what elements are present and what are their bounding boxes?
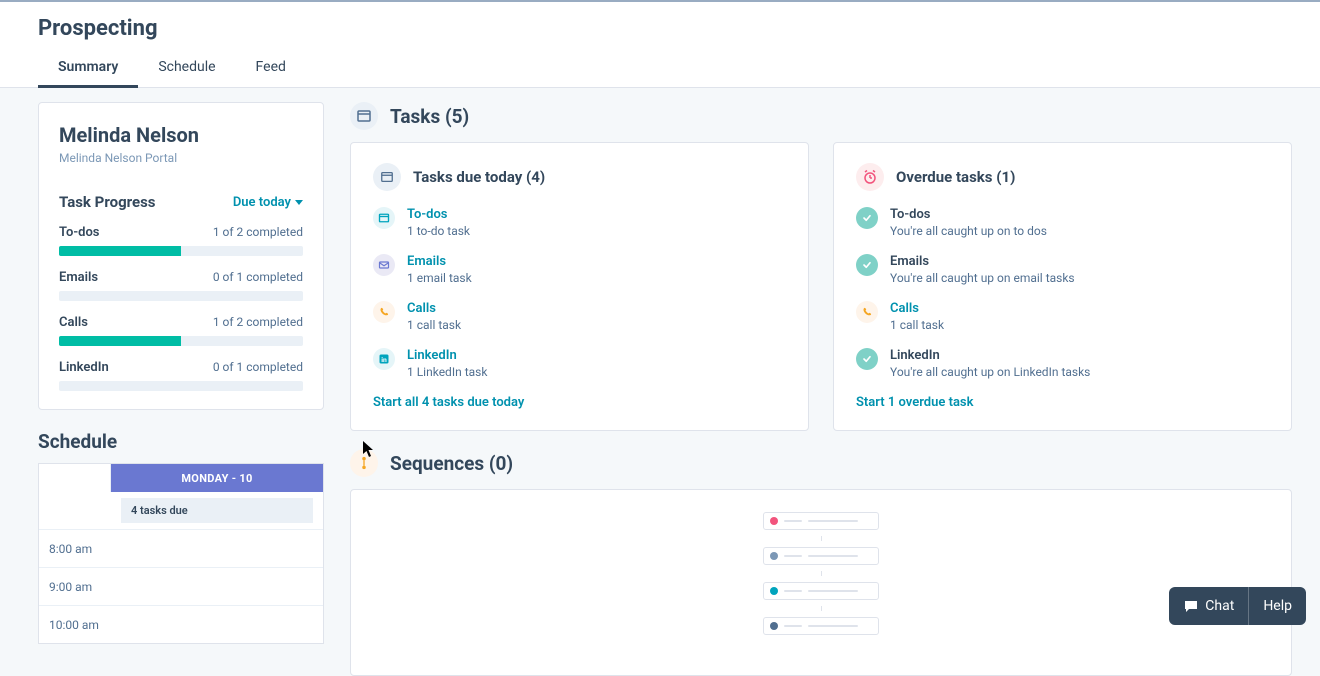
chat-button[interactable]: Chat — [1169, 587, 1249, 625]
task-item-sub: You're all caught up on LinkedIn tasks — [890, 365, 1090, 379]
schedule-gutter — [39, 464, 111, 492]
task-item-sub: You're all caught up on email tasks — [890, 271, 1075, 285]
sequences-illustration — [763, 512, 879, 635]
task-item-sub: 1 to-do task — [407, 224, 470, 238]
task-item-sub: 1 email task — [407, 271, 472, 285]
progress-status: 1 of 2 completed — [213, 315, 303, 330]
tasks-due-today-title: Tasks due today (4) — [413, 168, 545, 186]
progress-label: Emails — [59, 270, 98, 285]
phone-icon — [856, 301, 878, 323]
schedule-time: 9:00 am — [39, 568, 111, 605]
progress-row-calls: Calls 1 of 2 completed — [59, 315, 303, 346]
progress-fill — [59, 336, 181, 346]
task-item-sub: 1 call task — [890, 318, 944, 332]
overdue-tasks-title: Overdue tasks (1) — [896, 168, 1015, 186]
user-portal: Melinda Nelson Portal — [59, 151, 303, 165]
sequences-empty-state — [350, 489, 1292, 676]
help-button[interactable]: Help — [1249, 598, 1306, 614]
tasks-section-title: Tasks (5) — [390, 105, 469, 128]
task-item: To-dos You're all caught up on to dos — [856, 207, 1269, 238]
task-item: in LinkedIn 1 LinkedIn task — [373, 348, 786, 379]
check-icon — [856, 254, 878, 276]
progress-label: Calls — [59, 315, 88, 330]
task-item-name[interactable]: Calls — [407, 301, 461, 316]
linkedin-icon: in — [373, 348, 395, 370]
tab-schedule[interactable]: Schedule — [138, 49, 235, 87]
user-name: Melinda Nelson — [59, 123, 303, 147]
progress-row-todos: To-dos 1 of 2 completed — [59, 225, 303, 256]
schedule-time: 8:00 am — [39, 530, 111, 567]
user-card: Melinda Nelson Melinda Nelson Portal Tas… — [38, 102, 324, 410]
svg-text:in: in — [381, 356, 387, 364]
task-item: LinkedIn You're all caught up on LinkedIn… — [856, 348, 1269, 379]
chevron-down-icon — [295, 200, 303, 205]
check-icon — [856, 348, 878, 370]
task-item-name: Emails — [890, 254, 1075, 269]
progress-row-emails: Emails 0 of 1 completed — [59, 270, 303, 301]
task-item-name[interactable]: Emails — [407, 254, 472, 269]
task-item-name: LinkedIn — [890, 348, 1090, 363]
chat-icon — [1183, 598, 1199, 614]
tab-feed[interactable]: Feed — [236, 49, 306, 87]
task-progress-title: Task Progress — [59, 193, 156, 211]
schedule-day-header[interactable]: MONDAY - 10 — [111, 464, 323, 492]
tasks-due-today-pane: Tasks due today (4) To-dos 1 to-do task Em… — [350, 142, 809, 431]
sequences-title: Sequences (0) — [390, 452, 513, 475]
task-item-name[interactable]: Calls — [890, 301, 944, 316]
due-today-label: Due today — [233, 195, 291, 210]
email-icon — [373, 254, 395, 276]
progress-status: 0 of 1 completed — [213, 270, 303, 285]
todo-icon — [373, 207, 395, 229]
schedule-tasks-due[interactable]: 4 tasks due — [121, 498, 313, 523]
tabs: Summary Schedule Feed — [0, 49, 1320, 87]
task-item: Emails 1 email task — [373, 254, 786, 285]
page-title: Prospecting — [0, 2, 1320, 49]
tasks-icon — [350, 102, 378, 130]
task-item-sub: 1 call task — [407, 318, 461, 332]
task-item-sub: You're all caught up on to dos — [890, 224, 1047, 238]
overdue-tasks-pane: Overdue tasks (1) To-dos You're all caugh… — [833, 142, 1292, 431]
progress-status: 0 of 1 completed — [213, 360, 303, 375]
chat-label: Chat — [1205, 598, 1234, 614]
task-item-name[interactable]: To-dos — [407, 207, 470, 222]
chat-help-widget[interactable]: Chat Help — [1169, 587, 1306, 625]
task-item-sub: 1 LinkedIn task — [407, 365, 487, 379]
phone-icon — [373, 301, 395, 323]
schedule-box: MONDAY - 10 4 tasks due 8:00 am 9:00 am … — [38, 463, 324, 644]
schedule-time: 10:00 am — [39, 606, 111, 643]
progress-label: To-dos — [59, 225, 100, 240]
task-item: Emails You're all caught up on email task… — [856, 254, 1269, 285]
progress-fill — [59, 246, 181, 256]
calendar-icon — [373, 163, 401, 191]
task-item: To-dos 1 to-do task — [373, 207, 786, 238]
task-item-name: To-dos — [890, 207, 1047, 222]
task-item: Calls 1 call task — [856, 301, 1269, 332]
sequences-icon — [350, 449, 378, 477]
start-overdue-link[interactable]: Start 1 overdue task — [856, 395, 1269, 410]
schedule-title: Schedule — [38, 430, 324, 453]
task-item-name[interactable]: LinkedIn — [407, 348, 487, 363]
alarm-icon — [856, 163, 884, 191]
tab-summary[interactable]: Summary — [38, 49, 138, 87]
start-all-due-today-link[interactable]: Start all 4 tasks due today — [373, 395, 786, 410]
progress-status: 1 of 2 completed — [213, 225, 303, 240]
progress-label: LinkedIn — [59, 360, 109, 375]
progress-row-linkedin: LinkedIn 0 of 1 completed — [59, 360, 303, 391]
check-icon — [856, 207, 878, 229]
task-item: Calls 1 call task — [373, 301, 786, 332]
due-today-dropdown[interactable]: Due today — [233, 195, 303, 210]
